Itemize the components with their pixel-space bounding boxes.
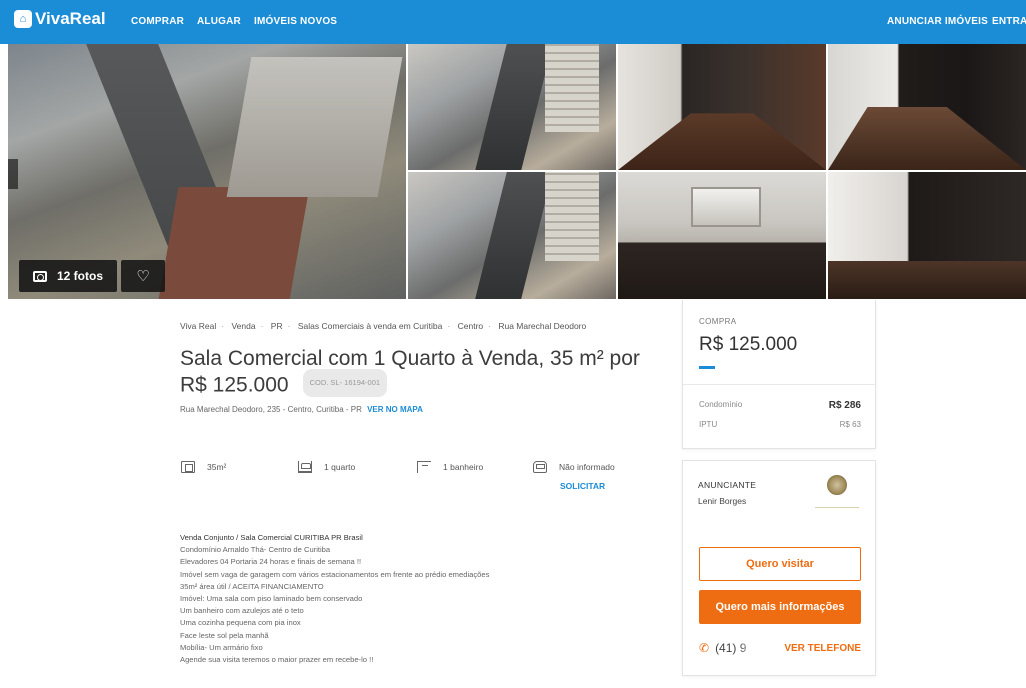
- price-accent-bar: [699, 366, 715, 369]
- feature-area: 35m²: [181, 461, 226, 473]
- description-line: Um banheiro com azulejos até o teto: [180, 606, 304, 616]
- description-line: Imóvel: Uma sala com piso laminado bem c…: [180, 594, 363, 604]
- iptu-value: R$ 63: [839, 420, 861, 429]
- request-parking-link[interactable]: SOLICITAR: [560, 481, 605, 491]
- photo-gallery: 12 fotos ♡: [8, 44, 1026, 299]
- iptu-row: IPTU R$ 63: [699, 420, 861, 429]
- car-icon: [533, 461, 547, 473]
- show-phone-link[interactable]: VER TELEFONE: [784, 643, 861, 654]
- nav-entrar[interactable]: ENTRAR: [992, 16, 1026, 27]
- price-value: R$ 125.000: [699, 334, 798, 355]
- listing-title: Sala Comercial com 1 Quarto à Venda, 35 …: [180, 346, 660, 400]
- description-line: Condomínio Arnaldo Thá- Centro de Curiti…: [180, 545, 331, 555]
- breadcrumb-item[interactable]: PR: [271, 321, 283, 331]
- feature-parking: Não informado: [533, 461, 615, 473]
- description-title: Venda Conjunto / Sala Comercial CURITIBA…: [180, 533, 363, 542]
- gallery-photo-5[interactable]: [618, 172, 826, 299]
- address-text: Rua Marechal Deodoro, 235 - Centro, Curi…: [180, 405, 362, 414]
- gallery-photo-6[interactable]: [828, 44, 1026, 170]
- nav-comprar[interactable]: COMPRAR: [131, 16, 184, 27]
- photos-count-button[interactable]: 12 fotos: [19, 260, 117, 292]
- gallery-photo-2[interactable]: [408, 44, 616, 170]
- advertiser-name[interactable]: Lenir Borges: [698, 496, 746, 506]
- breadcrumb: Viva Real · Venda · PR · Salas Comerciais à…: [180, 321, 587, 331]
- description-line: Face leste sol pela manhã: [180, 630, 269, 640]
- description-line: Elevadores 04 Portaria 24 horas e finais…: [180, 557, 362, 567]
- listing-address: Rua Marechal Deodoro, 235 - Centro, Curi…: [180, 405, 423, 414]
- bed-icon: [298, 461, 312, 473]
- condo-fee-row: Condomínio R$ 286: [699, 400, 861, 411]
- nav-anunciar-imoveis[interactable]: ANUNCIAR IMÓVEIS: [887, 16, 988, 27]
- top-navbar: ⌂ VivaReal COMPRAR ALUGAR IMÓVEIS NOVOS …: [0, 0, 1026, 44]
- schedule-visit-button[interactable]: Quero visitar: [699, 547, 861, 581]
- condo-fee-value: R$ 286: [828, 400, 861, 411]
- phone-number: (41) 9: [715, 641, 761, 656]
- gallery-photo-3[interactable]: [408, 172, 616, 299]
- favorite-button[interactable]: ♡: [121, 260, 165, 292]
- photos-count-label: 12 fotos: [56, 269, 103, 283]
- area-icon: [181, 461, 195, 473]
- breadcrumb-item[interactable]: Salas Comerciais à venda em Curitiba: [298, 321, 443, 331]
- listing-description: Venda Conjunto / Sala Comercial CURITIBA…: [180, 532, 489, 666]
- breadcrumb-item[interactable]: Rua Marechal Deodoro: [498, 321, 586, 331]
- divider: [683, 384, 875, 385]
- gallery-photo-7[interactable]: [828, 172, 1026, 299]
- description-line: Uma cozinha pequena com pia inox: [180, 618, 301, 628]
- price-label: COMPRA: [699, 317, 737, 326]
- iptu-label: IPTU: [699, 420, 718, 429]
- vivareal-logo[interactable]: ⌂ VivaReal: [14, 9, 106, 29]
- listing-title-text: Sala Comercial com 1 Quarto à Venda, 35 …: [180, 347, 640, 397]
- seal-icon: [827, 475, 847, 495]
- camera-icon: [32, 270, 47, 282]
- description-line: Mobília- Um armário fixo: [180, 642, 263, 652]
- phone-row: ✆ (41) 9 VER TELEFONE: [699, 641, 861, 656]
- nav-alugar[interactable]: ALUGAR: [197, 16, 241, 27]
- description-line: Imóvel sem vaga de garagem com vários es…: [180, 569, 490, 579]
- view-map-link[interactable]: VER NO MAPA: [367, 405, 423, 414]
- feature-area-value: 35m²: [207, 462, 227, 472]
- advertiser-label: ANUNCIANTE: [698, 480, 757, 490]
- logo-mark-icon: ⌂: [14, 10, 32, 28]
- advertiser-card: ANUNCIANTE Lenir Borges Quero visitar Qu…: [682, 460, 876, 676]
- listing-code-badge: COD. SL- 16194-001: [302, 369, 388, 397]
- breadcrumb-item[interactable]: Centro: [458, 321, 484, 331]
- price-card: COMPRA R$ 125.000 Condomínio R$ 286 IPTU…: [682, 300, 876, 449]
- advertiser-logo[interactable]: [811, 475, 863, 519]
- feature-rooms: 1 quarto: [298, 461, 355, 473]
- description-line: Agende sua visita teremos o maior prazer…: [180, 655, 374, 665]
- heart-icon: ♡: [136, 268, 150, 285]
- request-info-button[interactable]: Quero mais informações: [699, 590, 861, 624]
- description-line: 35m² área útil / ACEITA FINANCIAMENTO: [180, 581, 324, 591]
- logo-signature: [815, 498, 859, 508]
- gallery-prev-arrow[interactable]: [8, 159, 18, 189]
- feature-bathrooms-value: 1 banheiro: [443, 462, 484, 472]
- feature-bathrooms: 1 banheiro: [417, 461, 483, 473]
- breadcrumb-item[interactable]: Viva Real: [180, 321, 216, 331]
- breadcrumb-item[interactable]: Venda: [231, 321, 255, 331]
- nav-imoveis-novos[interactable]: IMÓVEIS NOVOS: [254, 16, 337, 27]
- shower-icon: [417, 461, 431, 473]
- phone-icon: ✆: [699, 641, 710, 655]
- condo-fee-label: Condomínio: [699, 400, 743, 409]
- gallery-photo-4[interactable]: [618, 44, 826, 170]
- feature-rooms-value: 1 quarto: [324, 462, 356, 472]
- feature-parking-value: Não informado: [559, 462, 615, 472]
- logo-text: VivaReal: [35, 9, 106, 28]
